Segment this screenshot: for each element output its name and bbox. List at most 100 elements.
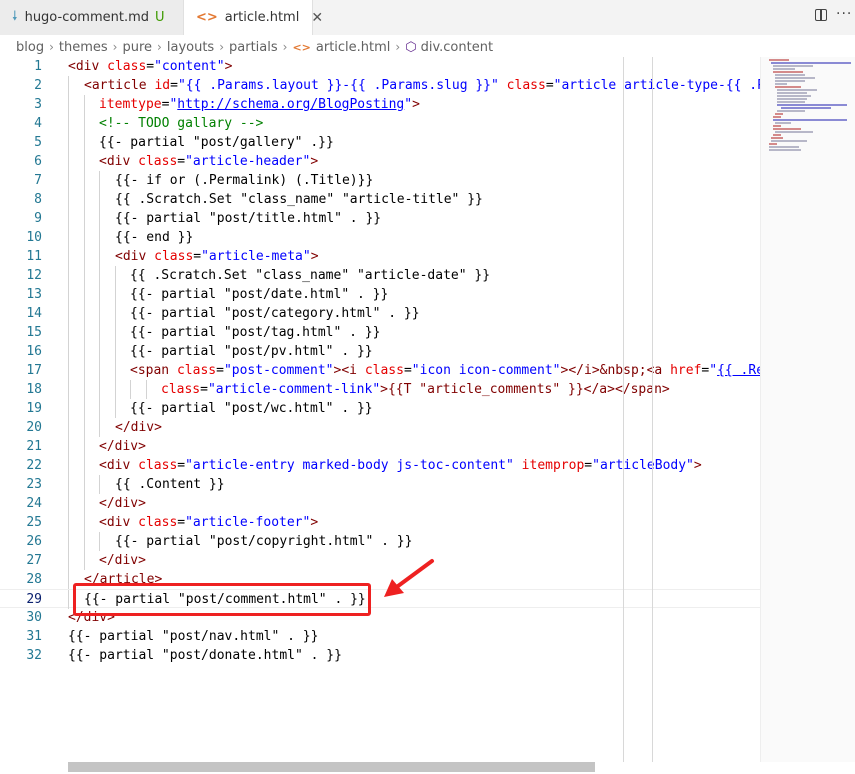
code-line: 19 {{- partial "post/wc.html" . }} <box>0 399 760 418</box>
code-text: {{- end }} <box>115 230 194 245</box>
code-text: {{- partial "post/copyright.html" . }} <box>115 534 413 549</box>
code-text: </div> <box>99 496 146 511</box>
code-text: {{- partial "post/wc.html" . }} <box>130 401 373 416</box>
code-text: {{- partial "post/tag.html" . }} <box>130 325 381 340</box>
line-number: 32 <box>26 648 42 663</box>
line-number: 14 <box>26 306 42 321</box>
editor-ruler <box>623 57 624 762</box>
code-line: 15 {{- partial "post/tag.html" . }} <box>0 323 760 342</box>
code-text: <article id="{{ .Params.layout }}-{{ .Pa… <box>84 78 760 93</box>
code-text: {{ .Content }} <box>115 477 225 492</box>
breadcrumb-item[interactable]: themes <box>59 40 108 55</box>
code-line: 18 class="article-comment-link">{{T "art… <box>0 380 760 399</box>
code-text: {{- if or (.Permalink) (.Title)}} <box>115 173 374 188</box>
line-number: 22 <box>26 458 42 473</box>
code-line: 16 {{- partial "post/pv.html" . }} <box>0 342 760 361</box>
tab-label: article.html <box>224 10 300 25</box>
code-text: {{- partial "post/title.html" . }} <box>115 211 382 226</box>
code-text: </div> <box>99 439 146 454</box>
line-number: 15 <box>26 325 42 340</box>
line-number: 19 <box>26 401 42 416</box>
code-text: <div class="content"> <box>68 59 233 74</box>
line-number: 28 <box>26 572 42 587</box>
line-number: 10 <box>26 230 42 245</box>
code-text: {{- partial "post/category.html" . }} <box>130 306 420 321</box>
code-text: {{ .Scratch.Set "class_name" "article-da… <box>130 268 491 283</box>
symbol-cube-icon: ⬡ <box>405 39 417 55</box>
code-text: {{- partial "post/gallery" .}} <box>99 135 334 150</box>
line-number: 4 <box>34 116 42 131</box>
code-line: 20 </div> <box>0 418 760 437</box>
chevron-right-icon: › <box>395 40 401 54</box>
code-line: 7 {{- if or (.Permalink) (.Title)}} <box>0 171 760 190</box>
close-icon[interactable]: ✕ <box>311 10 323 26</box>
line-number: 1 <box>34 59 42 74</box>
line-number: 30 <box>26 610 42 625</box>
code-text: <div class="article-meta"> <box>115 249 319 264</box>
line-number: 20 <box>26 420 42 435</box>
breadcrumb-item[interactable]: div.content <box>421 40 493 55</box>
breadcrumb-item[interactable]: layouts <box>167 40 214 55</box>
code-line: 26 {{- partial "post/copyright.html" . }… <box>0 532 760 551</box>
code-text: {{ .Scratch.Set "class_name" "article-ti… <box>115 192 483 207</box>
highlight-box <box>73 583 371 616</box>
code-line: 22 <div class="article-entry marked-body… <box>0 456 760 475</box>
code-text: </div> <box>115 420 162 435</box>
line-number: 3 <box>34 97 42 112</box>
line-number: 25 <box>26 515 42 530</box>
code-line: 6 <div class="article-header"> <box>0 152 760 171</box>
line-number: 27 <box>26 553 42 568</box>
tab-hugo-comment[interactable]: 🠗 hugo-comment.md U <box>0 0 184 35</box>
line-number: 29 <box>26 592 42 607</box>
code-line: 23 {{ .Content }} <box>0 475 760 494</box>
chevron-right-icon: › <box>219 40 225 54</box>
more-actions-icon[interactable]: ··· <box>836 6 852 22</box>
breadcrumb-item[interactable]: pure <box>122 40 152 55</box>
code-text: {{- partial "post/donate.html" . }} <box>68 648 342 663</box>
line-number: 17 <box>26 363 42 378</box>
code-text: {{- partial "post/date.html" . }} <box>130 287 389 302</box>
code-comment: <!-- TODO gallary --> <box>99 116 264 131</box>
code-text: {{- partial "post/pv.html" . }} <box>130 344 373 359</box>
schema-link[interactable]: http://schema.org/BlogPosting <box>177 97 404 112</box>
tab-article-html[interactable]: <> article.html ✕ <box>184 0 323 35</box>
horizontal-scrollbar[interactable] <box>68 762 595 772</box>
code-line: 5 {{- partial "post/gallery" .}} <box>0 133 760 152</box>
breadcrumb-item[interactable]: article.html <box>316 40 391 55</box>
editor-ruler <box>652 57 653 762</box>
code-line: 11 <div class="article-meta"> <box>0 247 760 266</box>
code-text: class="article-comment-link">{{T "articl… <box>161 382 670 397</box>
code-line: 17 <span class="post-comment"><i class="… <box>0 361 760 380</box>
tab-bar: 🠗 hugo-comment.md U <> article.html ✕ ··… <box>0 0 855 35</box>
code-line: 2 <article id="{{ .Params.layout }}-{{ .… <box>0 76 760 95</box>
minimap[interactable] <box>760 57 855 762</box>
line-number: 12 <box>26 268 42 283</box>
chevron-right-icon: › <box>49 40 54 54</box>
code-line: 25 <div class="article-footer"> <box>0 513 760 532</box>
line-number: 13 <box>26 287 42 302</box>
chevron-right-icon: › <box>282 40 288 54</box>
line-number: 31 <box>26 629 42 644</box>
code-line: 31 {{- partial "post/nav.html" . }} <box>0 627 760 646</box>
line-number: 18 <box>26 382 42 397</box>
breadcrumb-item[interactable]: blog <box>16 40 44 55</box>
tab-label: hugo-comment.md <box>24 10 150 25</box>
code-editor[interactable]: 1 <div class="content"> 2 <article id="{… <box>0 57 760 762</box>
code-line: 21 </div> <box>0 437 760 456</box>
html-brackets-icon: <> <box>196 10 218 25</box>
code-line: 14 {{- partial "post/category.html" . }} <box>0 304 760 323</box>
code-line: 24 </div> <box>0 494 760 513</box>
line-number: 2 <box>34 78 42 93</box>
code-text: </div> <box>99 553 146 568</box>
line-number: 16 <box>26 344 42 359</box>
line-number: 26 <box>26 534 42 549</box>
line-number: 5 <box>34 135 42 150</box>
code-line: 9 {{- partial "post/title.html" . }} <box>0 209 760 228</box>
code-line: 12 {{ .Scratch.Set "class_name" "article… <box>0 266 760 285</box>
code-text: <div class="article-header"> <box>99 154 319 169</box>
code-line: 3 itemtype="http://schema.org/BlogPostin… <box>0 95 760 114</box>
split-editor-icon[interactable] <box>815 9 827 21</box>
line-number: 11 <box>26 249 42 264</box>
breadcrumb-item[interactable]: partials <box>229 40 278 55</box>
markdown-download-icon: 🠗 <box>12 8 18 24</box>
